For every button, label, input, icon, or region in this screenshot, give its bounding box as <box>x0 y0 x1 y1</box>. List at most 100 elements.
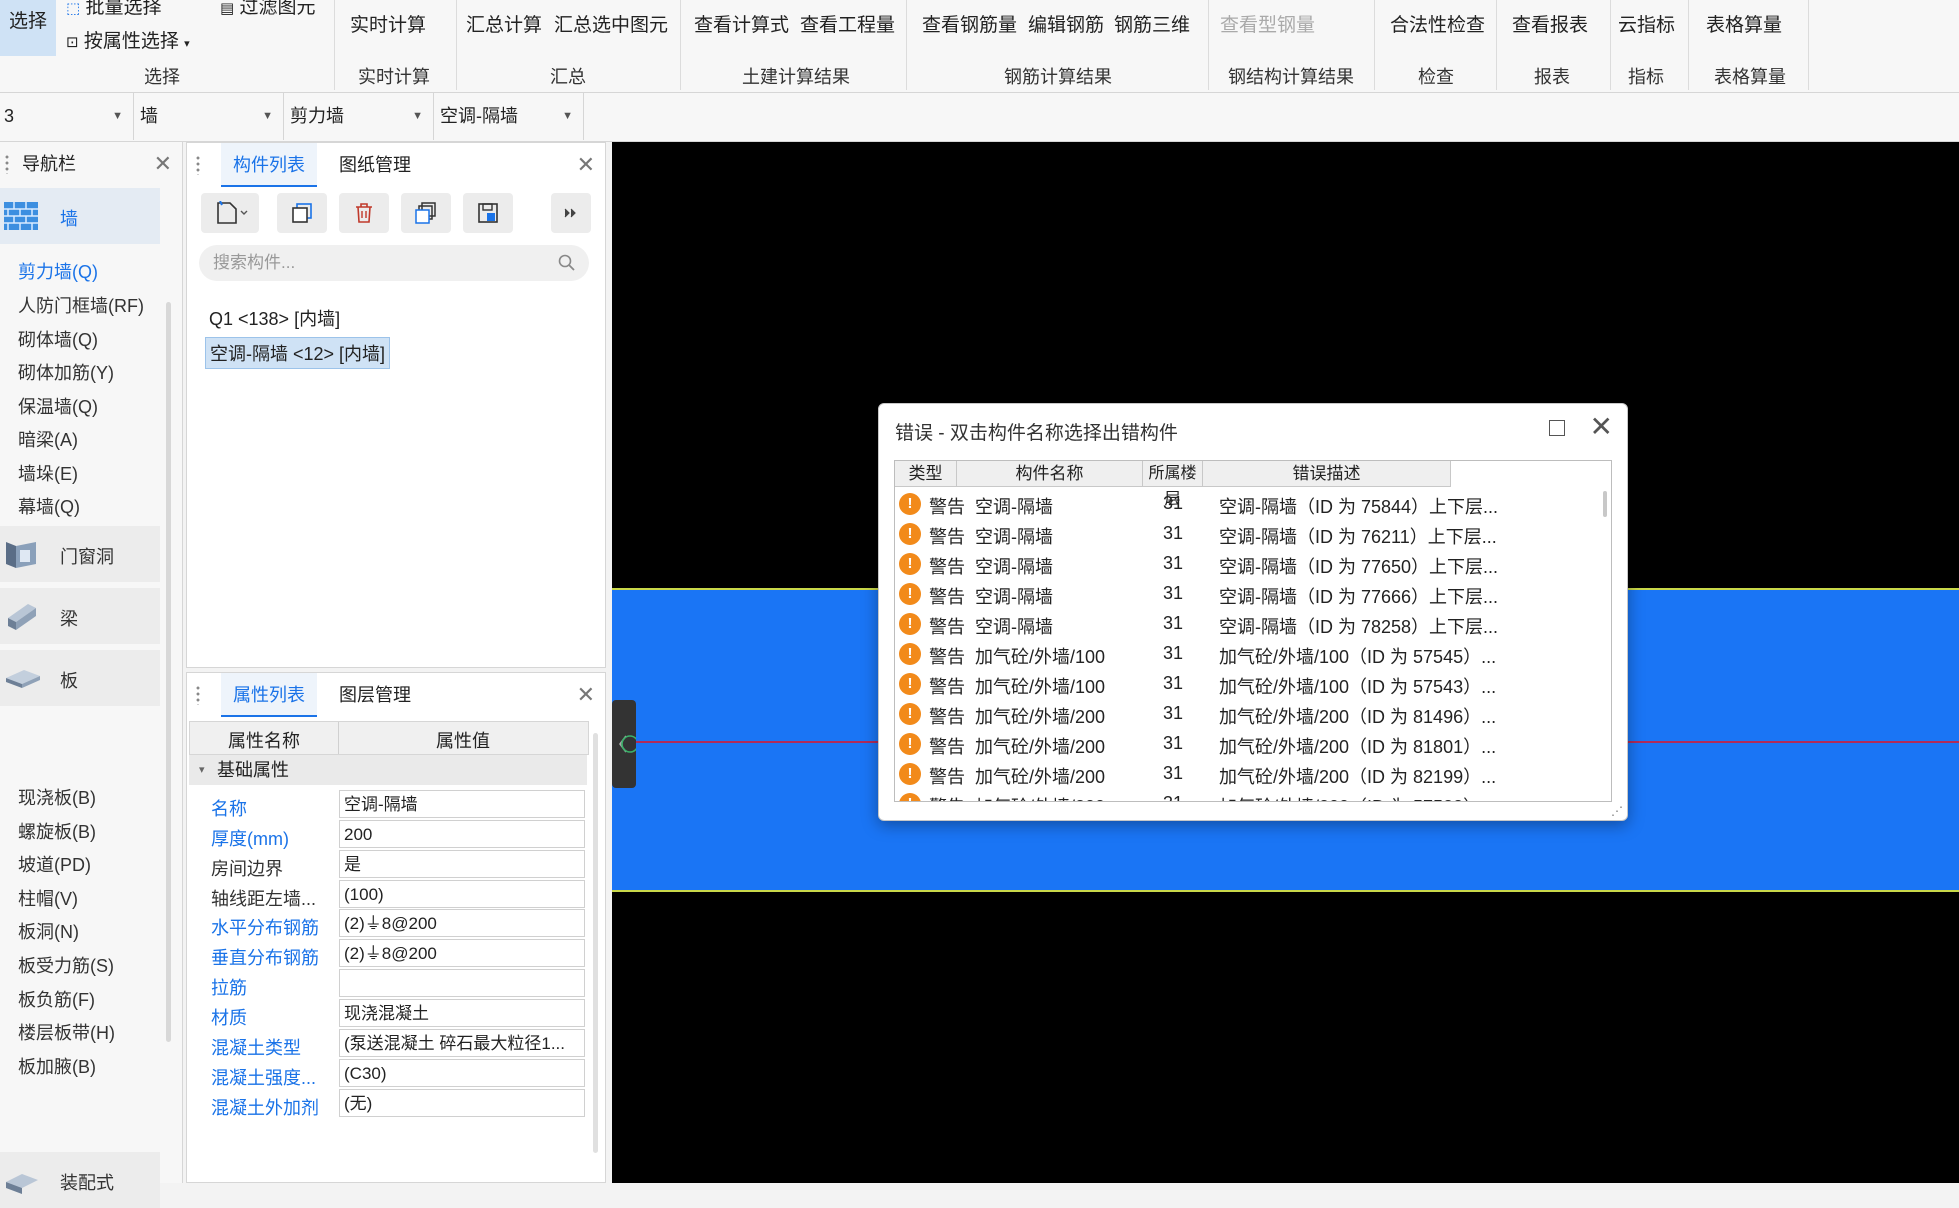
error-table-row[interactable]: ! 警告 空调-隔墙 31 空调-隔墙（ID 为 78258）上下层... <box>895 609 1595 639</box>
view-rebar-button[interactable]: 查看钢筋量 <box>922 10 1017 37</box>
copy-component-button[interactable] <box>277 193 327 233</box>
property-value-field[interactable]: (100) <box>339 880 585 908</box>
component-search-input[interactable] <box>199 245 589 281</box>
select-button[interactable]: 选择 <box>0 0 56 56</box>
save-template-button[interactable] <box>463 193 513 233</box>
column-header-component-name[interactable]: 构件名称 <box>957 461 1143 487</box>
nav-item-slab-hole[interactable]: 板洞(N) <box>18 918 79 944</box>
component-list-item[interactable]: Q1 <138> [内墙] <box>205 303 344 333</box>
realtime-calc-button[interactable]: 实时计算 <box>350 10 426 37</box>
nav-item-hidden-beam[interactable]: 暗梁(A) <box>18 426 78 452</box>
summary-calc-button[interactable]: 汇总计算 <box>466 10 542 37</box>
table-quantity-button[interactable]: 表格算量 <box>1706 10 1782 37</box>
error-floor-cell: 31 <box>1163 763 1184 783</box>
close-icon[interactable]: ✕ <box>154 142 172 186</box>
nav-item-slab-haunch[interactable]: 板加腋(B) <box>18 1053 96 1079</box>
view-formula-button[interactable]: 查看计算式 <box>694 10 789 37</box>
error-table-row[interactable]: ! 警告 加气砼/外墙/100 31 加气砼/外墙/100（ID 为 57543）... <box>895 669 1595 699</box>
nav-item-wall-pier[interactable]: 墙垛(E) <box>18 460 78 486</box>
drag-handle-icon[interactable] <box>195 155 201 175</box>
property-value-field[interactable] <box>339 969 585 997</box>
legality-check-button[interactable]: 合法性检查 <box>1390 10 1485 37</box>
delete-component-button[interactable] <box>339 193 389 233</box>
rebar-3d-button[interactable]: 钢筋三维 <box>1114 10 1190 37</box>
nav-scrollbar[interactable] <box>166 302 171 1042</box>
close-icon[interactable]: ✕ <box>1590 410 1613 444</box>
nav-item-insulation-wall[interactable]: 保温墙(Q) <box>18 393 98 419</box>
type-select[interactable]: 墙 ▼ <box>136 93 284 140</box>
nav-category-beam[interactable]: 梁 <box>0 588 160 644</box>
error-table-row[interactable]: ! 警告 加气砼/外墙/200 31 加气砼/外墙/200（ID 为 82199）... <box>895 759 1595 789</box>
property-value-field[interactable]: 空调-隔墙 <box>339 790 585 818</box>
property-value-field[interactable]: (无) <box>339 1089 585 1117</box>
warning-icon: ! <box>899 703 921 725</box>
property-value-field[interactable]: (2)⏚8@200 <box>339 939 585 967</box>
error-type-cell: 警告 <box>929 617 965 637</box>
view-quantity-button[interactable]: 查看工程量 <box>800 10 895 37</box>
error-table-row[interactable]: ! 警告 空调-隔墙 31 空调-隔墙（ID 为 77666）上下层... <box>895 579 1595 609</box>
nav-item-masonry-wall[interactable]: 砌体墙(Q) <box>18 326 98 352</box>
nav-item-spiral-slab[interactable]: 螺旋板(B) <box>18 818 96 844</box>
nav-category-slab[interactable]: 板 <box>0 650 160 706</box>
nav-category-wall[interactable]: 墙 <box>0 188 160 244</box>
nav-item-ramp[interactable]: 坡道(PD) <box>18 851 91 877</box>
column-header-type[interactable]: 类型 <box>895 461 957 487</box>
maximize-icon[interactable] <box>1549 420 1565 436</box>
drag-handle-icon[interactable] <box>4 154 10 174</box>
property-value-field[interactable]: (2)⏚8@200 <box>339 909 585 937</box>
tab-property-list[interactable]: 属性列表 <box>221 673 317 717</box>
component-select[interactable]: 空调-隔墙 ▼ <box>436 93 584 140</box>
drag-handle-icon[interactable] <box>195 685 201 705</box>
column-header-error-description[interactable]: 错误描述 <box>1203 461 1451 487</box>
nav-category-prefab[interactable]: 装配式 <box>0 1152 160 1208</box>
error-table-row[interactable]: ! 警告 加气砼/外墙/200 31 加气砼/外墙/200（ID 为 81801）... <box>895 729 1595 759</box>
tab-layer-management[interactable]: 图层管理 <box>327 673 423 717</box>
tab-component-list[interactable]: 构件列表 <box>221 143 317 187</box>
error-table-row[interactable]: ! 警告 加气砼/外墙/100 31 加气砼/外墙/100（ID 为 57545）... <box>895 639 1595 669</box>
column-header-floor[interactable]: 所属楼层 <box>1143 461 1203 508</box>
property-value-field[interactable]: (泵送混凝土 碎石最大粒径1... <box>339 1029 585 1057</box>
property-scrollbar[interactable] <box>593 733 598 1153</box>
component-list-item-selected[interactable]: 空调-隔墙 <12> [内墙] <box>205 337 391 369</box>
table-scrollbar[interactable] <box>1603 491 1607 517</box>
error-table-row[interactable]: ! 警告 空调-隔墙 31 空调-隔墙（ID 为 75844）上下层... <box>895 489 1595 519</box>
summary-selected-button[interactable]: 汇总选中图元 <box>554 10 668 37</box>
search-icon[interactable] <box>557 253 577 273</box>
nav-item-curtain-wall[interactable]: 幕墙(Q) <box>18 493 80 519</box>
nav-item-masonry-reinforcement[interactable]: 砌体加筋(Y) <box>18 359 114 385</box>
select-by-attribute-button[interactable]: ⊡ 按属性选择 ▾ <box>66 26 190 53</box>
property-value-field[interactable]: 现浇混凝土 <box>339 999 585 1027</box>
error-table-row[interactable]: ! 警告 加气砼/外墙/200 31 加气砼/外墙/200（ID 为 57533）... <box>895 789 1595 801</box>
close-icon[interactable]: ✕ <box>577 673 595 717</box>
nav-item-slab-negative-rebar[interactable]: 板负筋(F) <box>18 986 95 1012</box>
nav-item-floor-slab-strip[interactable]: 楼层板带(H) <box>18 1019 115 1045</box>
filter-elements-button[interactable]: ▤ 过滤图元 <box>220 0 315 19</box>
cloud-index-button[interactable]: 云指标 <box>1618 10 1675 37</box>
nav-category-door-window[interactable]: 门窗洞 <box>0 526 160 582</box>
property-group-basic[interactable]: ▾ 基础属性 <box>189 755 587 785</box>
nav-item-cast-in-place-slab[interactable]: 现浇板(B) <box>18 784 96 810</box>
property-value-field[interactable]: 是 <box>339 850 585 878</box>
more-actions-button[interactable] <box>551 193 591 233</box>
error-table-row[interactable]: ! 警告 加气砼/外墙/200 31 加气砼/外墙/200（ID 为 81496）... <box>895 699 1595 729</box>
new-component-button[interactable] <box>201 193 259 233</box>
error-table-row[interactable]: ! 警告 空调-隔墙 31 空调-隔墙（ID 为 76211）上下层... <box>895 519 1595 549</box>
view-steel-button[interactable]: 查看型钢量 <box>1220 10 1315 37</box>
layer-copy-button[interactable] <box>401 193 451 233</box>
floor-select[interactable]: 3 ▼ <box>0 93 134 140</box>
edit-rebar-button[interactable]: 编辑钢筋 <box>1028 10 1104 37</box>
close-icon[interactable]: ✕ <box>577 143 595 187</box>
view-report-button[interactable]: 查看报表 <box>1512 10 1588 37</box>
error-table-row[interactable]: ! 警告 空调-隔墙 31 空调-隔墙（ID 为 77650）上下层... <box>895 549 1595 579</box>
tab-drawing-management[interactable]: 图纸管理 <box>327 143 423 187</box>
subtype-select[interactable]: 剪力墙 ▼ <box>286 93 434 140</box>
batch-select-button[interactable]: ⬚ 批量选择 <box>66 0 161 19</box>
resize-grip-icon[interactable]: ⋰ <box>1611 804 1623 818</box>
nav-item-slab-main-rebar[interactable]: 板受力筋(S) <box>18 952 114 978</box>
panel-collapse-handle[interactable] <box>612 700 639 788</box>
nav-item-civil-defense-door-frame-wall[interactable]: 人防门框墙(RF) <box>18 292 144 318</box>
property-value-field[interactable]: 200 <box>339 820 585 848</box>
nav-item-shear-wall[interactable]: 剪力墙(Q) <box>18 258 98 284</box>
property-value-field[interactable]: (C30) <box>339 1059 585 1087</box>
nav-item-column-cap[interactable]: 柱帽(V) <box>18 885 78 911</box>
